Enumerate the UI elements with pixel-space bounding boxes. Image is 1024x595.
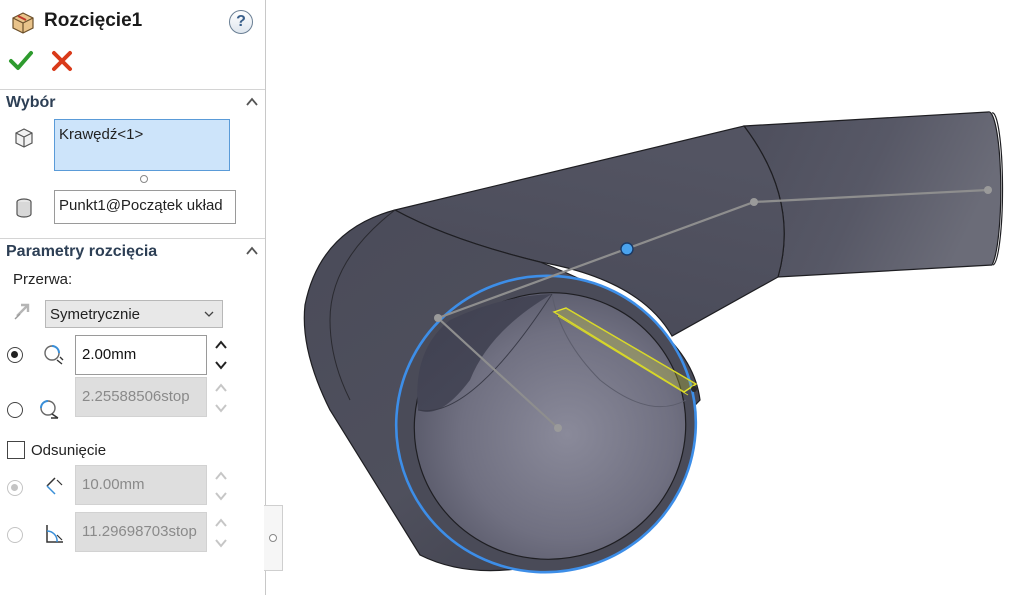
rip-feature-icon	[12, 12, 34, 34]
gap-angle-radio[interactable]	[7, 402, 23, 418]
gap-width-spinner[interactable]	[213, 336, 229, 374]
offset-distance-icon	[46, 477, 63, 495]
chevron-up-icon[interactable]	[245, 244, 259, 258]
help-button[interactable]: ?	[229, 10, 253, 34]
grip-dot	[269, 534, 277, 542]
offset-distance-spinner	[215, 471, 227, 501]
selected-point-marker[interactable]	[620, 242, 634, 256]
edge-cube-icon	[15, 128, 33, 148]
gap-angle-icon	[40, 400, 59, 419]
gap-width-icon	[44, 345, 64, 365]
property-manager-panel: Rozcięcie1 ? Wybór Krawędź<1> Punkt1@Poc…	[0, 0, 266, 595]
gap-angle-input: 2.25588506stop	[75, 377, 207, 417]
edge-selection-box[interactable]: Krawędź<1>	[54, 119, 230, 171]
gap-width-input[interactable]: 2.00mm	[75, 335, 207, 375]
offset-checkbox[interactable]	[7, 441, 25, 459]
graphics-viewport[interactable]	[280, 0, 1024, 595]
cylinder-point-icon	[16, 198, 32, 218]
point-selection-box[interactable]: Punkt1@Początek układ	[54, 190, 236, 224]
resize-handle[interactable]	[140, 175, 148, 183]
gap-width-radio[interactable]	[7, 347, 23, 363]
offset-distance-radio	[7, 480, 23, 496]
direction-arrow-icon[interactable]	[12, 299, 34, 321]
section-title: Parametry rozcięcia	[6, 243, 158, 260]
offset-angle-radio	[7, 527, 23, 543]
offset-label: Odsunięcie	[31, 442, 107, 459]
parameters-section-header[interactable]: Parametry rozcięcia	[0, 238, 265, 265]
close-x-icon[interactable]	[50, 49, 74, 73]
checkmark-icon[interactable]	[8, 48, 34, 74]
gap-label: Przerwa:	[13, 271, 73, 288]
gap-angle-spinner	[215, 383, 227, 413]
gap-type-dropdown[interactable]: Symetrycznie	[45, 300, 223, 328]
chevron-up-icon[interactable]	[245, 95, 259, 109]
feature-title: Rozcięcie1	[44, 10, 143, 31]
chevron-down-icon	[204, 311, 214, 317]
offset-angle-spinner	[215, 518, 227, 548]
offset-angle-input: 11.29698703stop	[75, 512, 207, 552]
offset-angle-icon	[46, 525, 63, 543]
gap-type-value: Symetrycznie	[50, 306, 141, 323]
offset-distance-input: 10.00mm	[75, 465, 207, 505]
selection-section-header[interactable]: Wybór	[0, 89, 265, 116]
section-title: Wybór	[6, 94, 56, 111]
